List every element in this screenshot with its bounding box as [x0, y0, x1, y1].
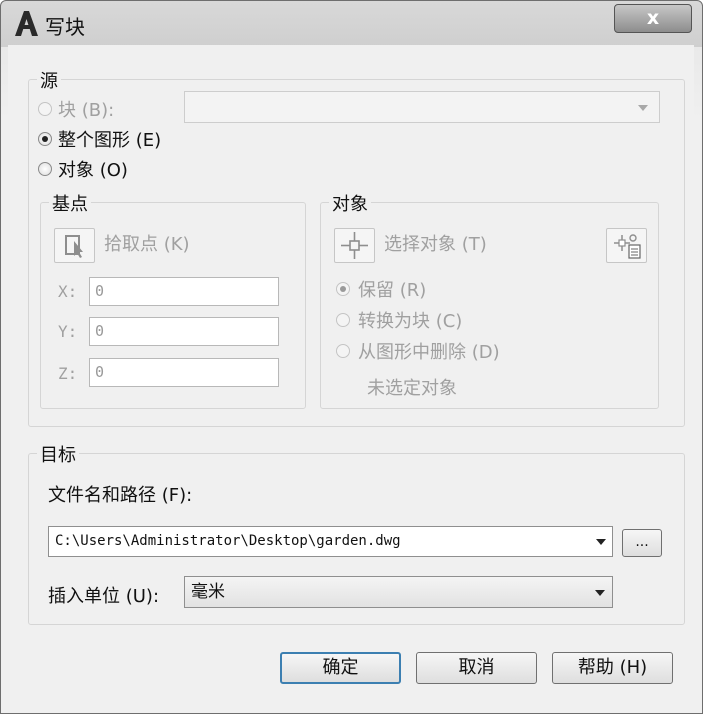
insert-units-combo[interactable]: 毫米 [184, 576, 613, 608]
delete-from-drawing-radio-label: 从图形中删除 (D) [358, 342, 500, 363]
window-title: 写块 [45, 15, 85, 39]
quick-select-button[interactable] [606, 228, 647, 263]
block-name-combo[interactable] [184, 91, 660, 123]
insert-units-value: 毫米 [191, 582, 225, 602]
select-objects-icon [341, 232, 368, 259]
y-coordinate-field[interactable]: 0 [89, 317, 279, 346]
z-coordinate-field[interactable]: 0 [89, 358, 279, 387]
block-radio[interactable] [38, 102, 52, 116]
base-point-group-label: 基点 [49, 190, 91, 216]
ok-button[interactable]: 确定 [280, 652, 401, 684]
x-coordinate-field[interactable]: 0 [89, 277, 279, 306]
pick-point-icon [65, 235, 83, 258]
dialog-body: 源 块 (B): 整个图形 (E) 对象 (O) 基点 拾取点 (K) X: 0… [8, 45, 694, 707]
file-path-value: C:\Users\Administrator\Desktop\garden.dw… [55, 533, 401, 549]
delete-from-drawing-radio[interactable] [336, 344, 350, 358]
file-path-combo[interactable]: C:\Users\Administrator\Desktop\garden.dw… [48, 526, 613, 557]
selection-status-text: 未选定对象 [367, 378, 457, 399]
source-group-label: 源 [37, 67, 61, 93]
close-icon: x [646, 7, 660, 29]
objects-radio[interactable] [38, 162, 52, 176]
quick-select-icon [614, 234, 641, 259]
pick-point-label: 拾取点 (K) [104, 234, 190, 255]
destination-group-label: 目标 [37, 441, 79, 467]
autocad-a-icon [15, 11, 38, 36]
z-label: Z: [58, 364, 78, 383]
retain-radio[interactable] [336, 282, 350, 296]
chevron-down-icon [638, 105, 648, 111]
title-bar: 写块 x [1, 1, 702, 45]
retain-radio-label: 保留 (R) [358, 280, 427, 301]
file-path-label: 文件名和路径 (F): [48, 485, 193, 506]
help-button[interactable]: 帮助 (H) [552, 652, 673, 684]
x-label: X: [58, 282, 78, 301]
convert-to-block-radio-label: 转换为块 (C) [358, 311, 463, 332]
select-objects-button[interactable] [334, 228, 375, 263]
wblock-dialog: 写块 x 源 块 (B): 整个图形 (E) 对象 (O) 基点 拾取点 (K) [0, 0, 703, 714]
cancel-button[interactable]: 取消 [416, 652, 537, 684]
pick-point-button[interactable] [54, 228, 95, 263]
objects-radio-label: 对象 (O) [58, 160, 128, 181]
block-radio-label: 块 (B): [58, 100, 115, 121]
insert-units-label: 插入单位 (U): [48, 586, 160, 607]
select-objects-label: 选择对象 (T) [384, 234, 487, 255]
chevron-down-icon [595, 590, 605, 596]
objects-group-label: 对象 [329, 190, 371, 216]
browse-button[interactable]: ... [622, 529, 662, 557]
y-label: Y: [58, 322, 78, 341]
convert-to-block-radio[interactable] [336, 313, 350, 327]
chevron-down-icon [596, 539, 606, 545]
whole-drawing-radio-label: 整个图形 (E) [58, 130, 162, 151]
whole-drawing-radio[interactable] [38, 132, 52, 146]
close-button[interactable]: x [614, 4, 692, 33]
